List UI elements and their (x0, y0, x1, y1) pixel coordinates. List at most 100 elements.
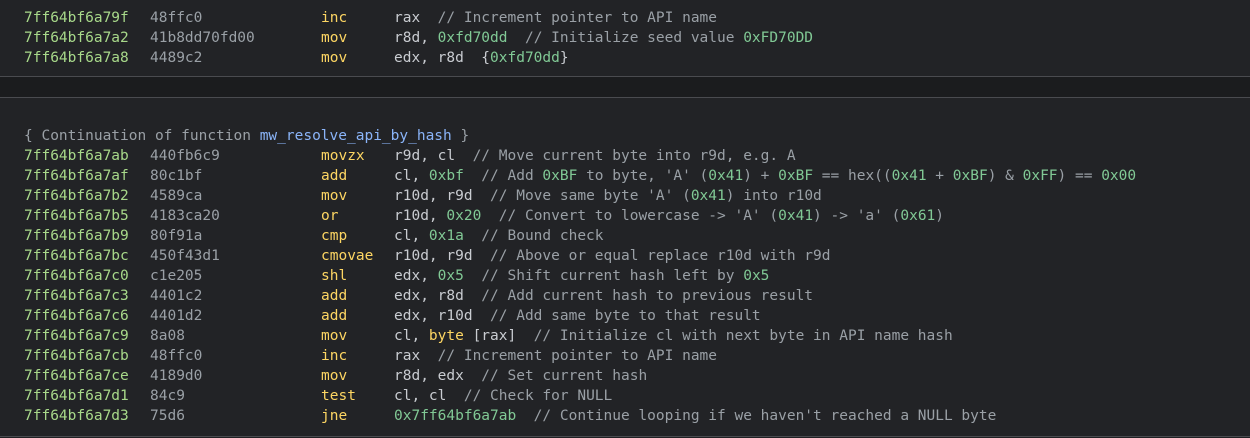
instruction-address[interactable]: 7ff64bf6a7cb (24, 346, 129, 366)
operand-segment: } (559, 50, 569, 66)
instruction-address[interactable]: 7ff64bf6a7a8 (24, 48, 129, 68)
hex-value[interactable]: 0x41 (708, 168, 743, 184)
comment-segment: // Add (463, 168, 543, 184)
hex-value[interactable]: 0x61 (900, 208, 935, 224)
instruction-row[interactable]: 7ff64bf6a7c0 c1e205 shl edx, 0x5 // Shift c… (0, 266, 1250, 286)
instruction-address[interactable]: 7ff64bf6a7c3 (24, 286, 129, 306)
instruction-row[interactable]: 7ff64bf6a7bc 450f43d1 cmovae r10d, r9d // A… (0, 246, 1250, 266)
instruction-operands: r9d, cl // Move current byte into r9d, e… (394, 146, 796, 166)
hex-value[interactable]: 0x5 (438, 268, 464, 284)
instruction-address[interactable]: 7ff64bf6a7c0 (24, 266, 129, 286)
instruction-bytes: 450f43d1 (150, 248, 220, 264)
instruction-row[interactable]: 7ff64bf6a7a2 41b8dd70fd00 mov r8d, 0xfd70dd… (0, 28, 1250, 48)
hex-value[interactable]: 0xbf (429, 168, 464, 184)
instruction-address[interactable]: 7ff64bf6a7b5 (24, 206, 129, 226)
instruction-bytes: 80c1bf (150, 168, 203, 184)
instruction-address[interactable]: 7ff64bf6a7ab (24, 146, 129, 166)
instruction-row[interactable]: 7ff64bf6a7b9 80f91a cmp cl, 0x1a // Bound c… (0, 226, 1250, 246)
hex-value[interactable]: 0xBF (542, 168, 577, 184)
instruction-address[interactable]: 7ff64bf6a7af (24, 166, 129, 186)
instruction-row[interactable]: 7ff64bf6a7af 80c1bf add cl, 0xbf // Add 0xB… (0, 166, 1250, 186)
hex-value[interactable]: 0x20 (446, 208, 481, 224)
instruction-operands: cl, 0x1a // Bound check (394, 226, 604, 246)
operand-segment: r8d, (394, 30, 438, 46)
hex-value[interactable]: 0xBF (953, 168, 988, 184)
instruction-row[interactable]: 7ff64bf6a7cb 48ffc0 inc rax // Increment po… (0, 346, 1250, 366)
instruction-bytes: 41b8dd70fd00 (150, 30, 255, 46)
instruction-row[interactable]: 7ff64bf6a7c3 4401c2 add edx, r8d // Add cur… (0, 286, 1250, 306)
hex-value[interactable]: 0x41 (691, 188, 726, 204)
hex-value[interactable]: 0xBF (778, 168, 813, 184)
instruction-address[interactable]: 7ff64bf6a7a2 (24, 28, 129, 48)
instruction-address[interactable]: 7ff64bf6a7c6 (24, 306, 129, 326)
instruction-row[interactable]: 7ff64bf6a7d1 84c9 test cl, cl // Check for … (0, 386, 1250, 406)
operand-segment: r8d, edx (394, 368, 464, 384)
comment-segment: + (926, 168, 953, 184)
instruction-address[interactable]: 7ff64bf6a7ce (24, 366, 129, 386)
instruction-address[interactable]: 7ff64bf6a7d1 (24, 386, 129, 406)
instruction-mnemonic: inc (321, 348, 348, 364)
instruction-operands: edx, r10d // Add same byte to that resul… (394, 306, 761, 326)
instruction-address[interactable]: 7ff64bf6a7d3 (24, 406, 129, 426)
instruction-row[interactable]: 7ff64bf6a7b2 4589ca mov r10d, r9d // Move s… (0, 186, 1250, 206)
comment-segment: // Bound check (463, 228, 604, 244)
comment-segment: ) -> 'a' ( (813, 208, 901, 224)
hex-value[interactable]: 0x1a (429, 228, 464, 244)
operand-segment: edx, (394, 268, 438, 284)
function-name[interactable]: mw_resolve_api_by_hash (260, 128, 452, 144)
operand-segment: r10d, r9d (394, 188, 473, 204)
operand-segment: cl, (394, 168, 429, 184)
hex-value[interactable]: 0xFF (1023, 168, 1058, 184)
instruction-row[interactable]: 7ff64bf6a7c9 8a08 mov cl, byte [rax] // Ini… (0, 326, 1250, 346)
instruction-operands: r8d, edx // Set current hash (394, 366, 647, 386)
comment-segment: to byte, 'A' ( (577, 168, 709, 184)
instruction-address[interactable]: 7ff64bf6a7bc (24, 246, 129, 266)
comment-segment: // Increment pointer to API name (420, 348, 718, 364)
instruction-bytes: 4401d2 (150, 308, 203, 324)
instruction-operands: r8d, 0xfd70dd // Initialize seed value 0… (394, 28, 813, 48)
instruction-mnemonic: add (321, 308, 348, 324)
instruction-address[interactable]: 7ff64bf6a7b2 (24, 186, 129, 206)
disassembly-block-bottom: { Continuation of function mw_resolve_ap… (0, 98, 1250, 437)
function-header-text: { Continuation of function mw_resolve_ap… (24, 126, 469, 146)
comment-segment: ) & (987, 168, 1023, 184)
instruction-row[interactable]: 7ff64bf6a7c6 4401d2 add edx, r10d // Add sa… (0, 306, 1250, 326)
operand-segment: cl, (394, 328, 429, 344)
instruction-bytes: 4189d0 (150, 368, 203, 384)
hex-value[interactable]: 0x00 (1101, 168, 1136, 184)
instruction-row[interactable]: 7ff64bf6a7b5 4183ca20 or r10d, 0x20 // Conv… (0, 206, 1250, 226)
instruction-mnemonic: mov (321, 328, 348, 344)
hex-value[interactable]: 0xfd70dd (490, 50, 560, 66)
comment-segment: == hex(( (813, 168, 892, 184)
function-header: { Continuation of function mw_resolve_ap… (0, 106, 1250, 144)
hex-value[interactable]: 0x41 (778, 208, 813, 224)
instruction-row[interactable]: 7ff64bf6a7ce 4189d0 mov r8d, edx // Set cur… (0, 366, 1250, 386)
instruction-bytes: 8a08 (150, 328, 185, 344)
instruction-address[interactable]: 7ff64bf6a7b9 (24, 226, 129, 246)
comment-segment: // Add current hash to previous result (463, 288, 814, 304)
comment-segment: // Initialize seed value (507, 30, 744, 46)
instruction-mnemonic: mov (321, 368, 348, 384)
instruction-row[interactable]: 7ff64bf6a7ab 440fb6c9 movzx r9d, cl // Move… (0, 146, 1250, 166)
instruction-row[interactable]: 7ff64bf6a79f 48ffc0 inc rax // Increment po… (0, 8, 1250, 28)
instruction-operands: rax // Increment pointer to API name (394, 346, 717, 366)
hex-value[interactable]: 0x5 (743, 268, 769, 284)
hex-value[interactable]: 0x7ff64bf6a7ab (394, 408, 516, 424)
comment-segment: // Move same byte 'A' ( (472, 188, 691, 204)
function-header-prefix: { Continuation of function (24, 128, 260, 144)
operand-segment: edx, r10d (394, 308, 473, 324)
hex-value[interactable]: 0x41 (892, 168, 927, 184)
instruction-address[interactable]: 7ff64bf6a7c9 (24, 326, 129, 346)
hex-value[interactable]: 0xFD70DD (743, 30, 813, 46)
operand-segment: [rax] (463, 328, 517, 344)
instruction-row[interactable]: 7ff64bf6a7a8 4489c2 mov edx, r8d {0xfd70dd} (0, 48, 1250, 68)
instruction-bytes: 80f91a (150, 228, 203, 244)
hex-value[interactable]: 0xfd70dd (438, 30, 508, 46)
instruction-mnemonic: mov (321, 50, 348, 66)
instruction-operands: r10d, 0x20 // Convert to lowercase -> 'A… (394, 206, 944, 226)
instruction-row[interactable]: 7ff64bf6a7d3 75d6 jne 0x7ff64bf6a7ab // Con… (0, 406, 1250, 426)
instruction-mnemonic: cmovae (321, 248, 374, 264)
comment-segment: ) + (743, 168, 779, 184)
instruction-address[interactable]: 7ff64bf6a79f (24, 8, 129, 28)
instruction-mnemonic: shl (321, 268, 348, 284)
